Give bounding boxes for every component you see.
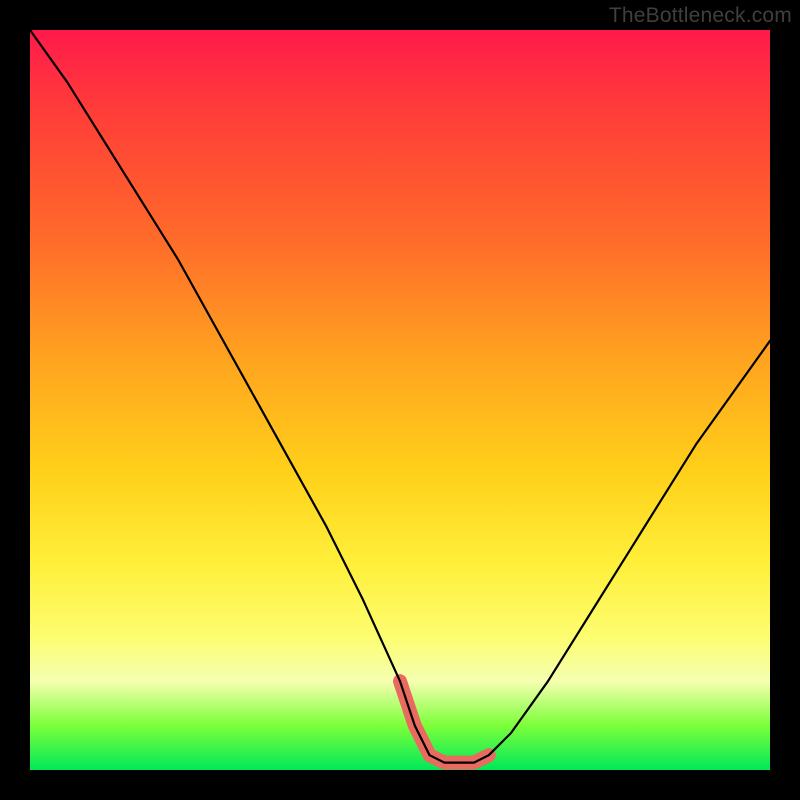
watermark-text: TheBottleneck.com [609,4,792,28]
chart-frame: TheBottleneck.com [0,0,800,800]
plot-area [30,30,770,770]
bottleneck-curve [30,30,770,763]
curve-layer [30,30,770,770]
